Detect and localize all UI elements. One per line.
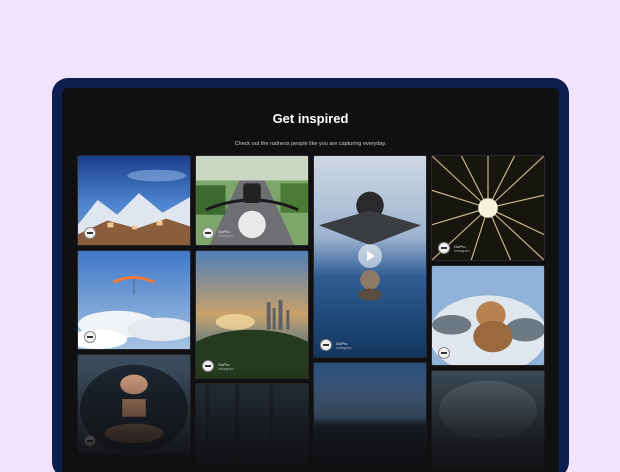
page-subtitle: Check out the radness people like you ar… xyxy=(234,141,387,147)
app-screen: Get inspired Check out the radness peopl… xyxy=(62,88,559,472)
gallery-tile-dusk-lake[interactable] xyxy=(313,362,427,462)
gallery-tile-forest-canopy[interactable]: GoPro Instagram xyxy=(431,155,545,261)
credit-source: Instagram xyxy=(218,233,234,238)
page-title: Get inspired xyxy=(272,111,349,126)
foggy-road-image xyxy=(432,371,544,469)
gallery-tile-motorcycle[interactable]: GoPro Instagram xyxy=(195,155,309,246)
credit-source: Instagram xyxy=(336,345,352,350)
gopro-avatar-icon xyxy=(202,360,214,372)
tile-credit: GoPro Instagram xyxy=(438,242,470,254)
tile-credit xyxy=(84,227,96,239)
play-button[interactable] xyxy=(358,244,382,268)
gopro-avatar-icon xyxy=(84,435,96,447)
gallery-tile-skydiver[interactable]: GoPro Instagram xyxy=(313,155,427,358)
gallery-tile-dark-forest[interactable] xyxy=(195,383,309,463)
tile-credit: GoPro Instagram xyxy=(202,227,234,239)
play-icon xyxy=(367,251,375,261)
credit-source: Instagram xyxy=(454,248,470,253)
tile-credit xyxy=(438,347,450,359)
gopro-avatar-icon xyxy=(202,227,214,239)
gopro-avatar-icon xyxy=(438,242,450,254)
gallery-tile-city-sunset[interactable]: GoPro Instagram xyxy=(195,250,309,379)
device-frame: Get inspired Check out the radness peopl… xyxy=(52,78,569,472)
dark-forest-image xyxy=(196,384,308,462)
tile-credit: GoPro Instagram xyxy=(320,339,352,351)
city-sunset-image xyxy=(196,251,308,378)
credit-source: Instagram xyxy=(218,366,234,371)
tile-credit xyxy=(84,331,96,343)
gallery-tile-foggy-road[interactable] xyxy=(431,370,545,470)
dusk-lake-image xyxy=(314,363,426,461)
tile-credit xyxy=(84,435,96,447)
gallery-tile-dog-mountain[interactable] xyxy=(431,265,545,366)
tile-credit: GoPro Instagram xyxy=(202,360,234,372)
gopro-avatar-icon xyxy=(84,227,96,239)
gallery-tile-paraglider[interactable] xyxy=(77,250,191,350)
gopro-avatar-icon xyxy=(438,347,450,359)
gopro-avatar-icon xyxy=(84,331,96,343)
gallery-tile-village[interactable] xyxy=(77,155,191,246)
gopro-avatar-icon xyxy=(320,339,332,351)
gallery-tile-hands-fisheye[interactable] xyxy=(77,354,191,454)
